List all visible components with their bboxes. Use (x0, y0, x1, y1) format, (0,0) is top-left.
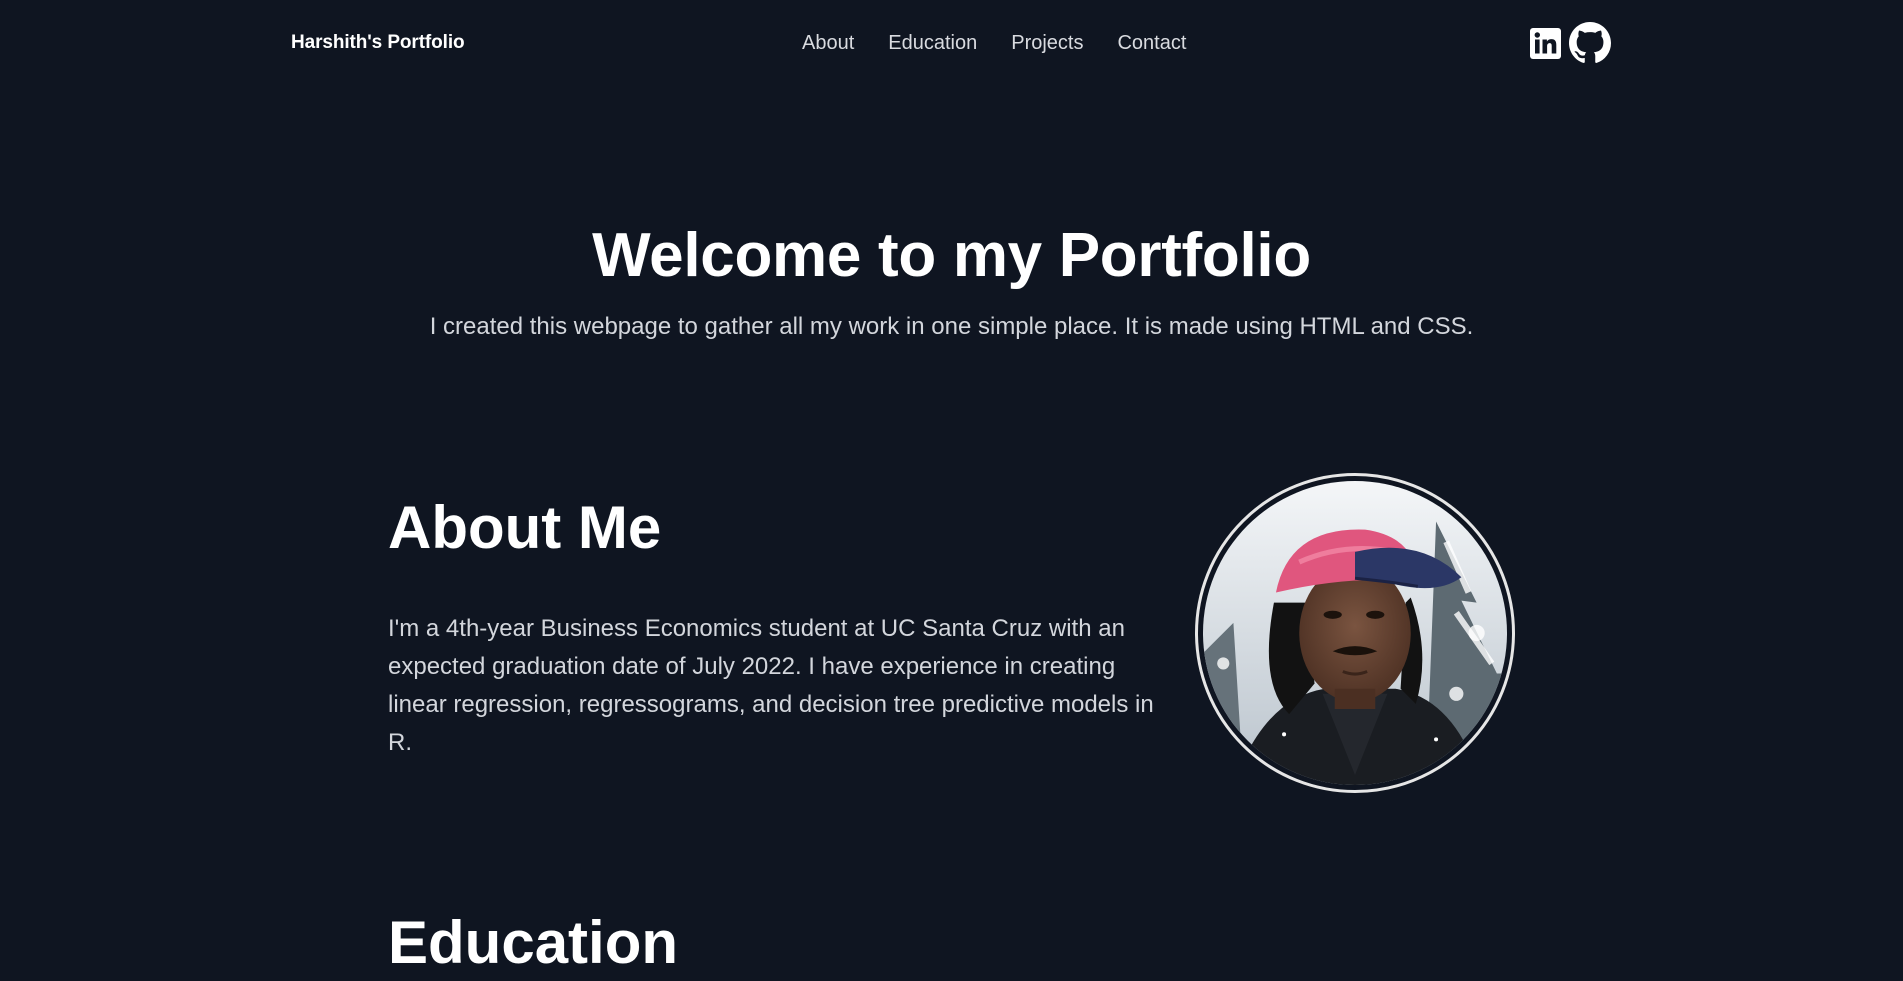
social-links (1530, 22, 1611, 64)
about-section: About Me I'm a 4th-year Business Economi… (388, 490, 1168, 762)
about-text: I'm a 4th-year Business Economics studen… (388, 615, 1154, 756)
nav-link-about[interactable]: About (802, 32, 854, 55)
nav-link-projects[interactable]: Projects (1011, 32, 1083, 55)
about-title: About Me (388, 494, 662, 561)
linkedin-link[interactable] (1530, 27, 1561, 59)
education-title: Education (388, 909, 679, 976)
nav-link-education[interactable]: Education (888, 32, 977, 55)
hero-title: Welcome to my Portfolio (592, 221, 1311, 290)
hero-subtitle: I created this webpage to gather all my … (429, 313, 1474, 340)
linkedin-icon (1530, 27, 1561, 59)
nav-link-contact[interactable]: Contact (1117, 32, 1186, 55)
navbar: Harshith's Portfolio About Education Pro… (0, 0, 1903, 86)
nav-links: About Education Projects Contact (802, 32, 1186, 55)
github-link[interactable] (1569, 22, 1611, 64)
github-icon (1569, 22, 1611, 63)
avatar (1203, 481, 1507, 785)
avatar-frame (1195, 473, 1515, 793)
brand-link[interactable]: Harshith's Portfolio (291, 32, 465, 54)
education-section: Education (388, 905, 678, 981)
hero-section: Welcome to my Portfolio I created this w… (0, 220, 1903, 342)
